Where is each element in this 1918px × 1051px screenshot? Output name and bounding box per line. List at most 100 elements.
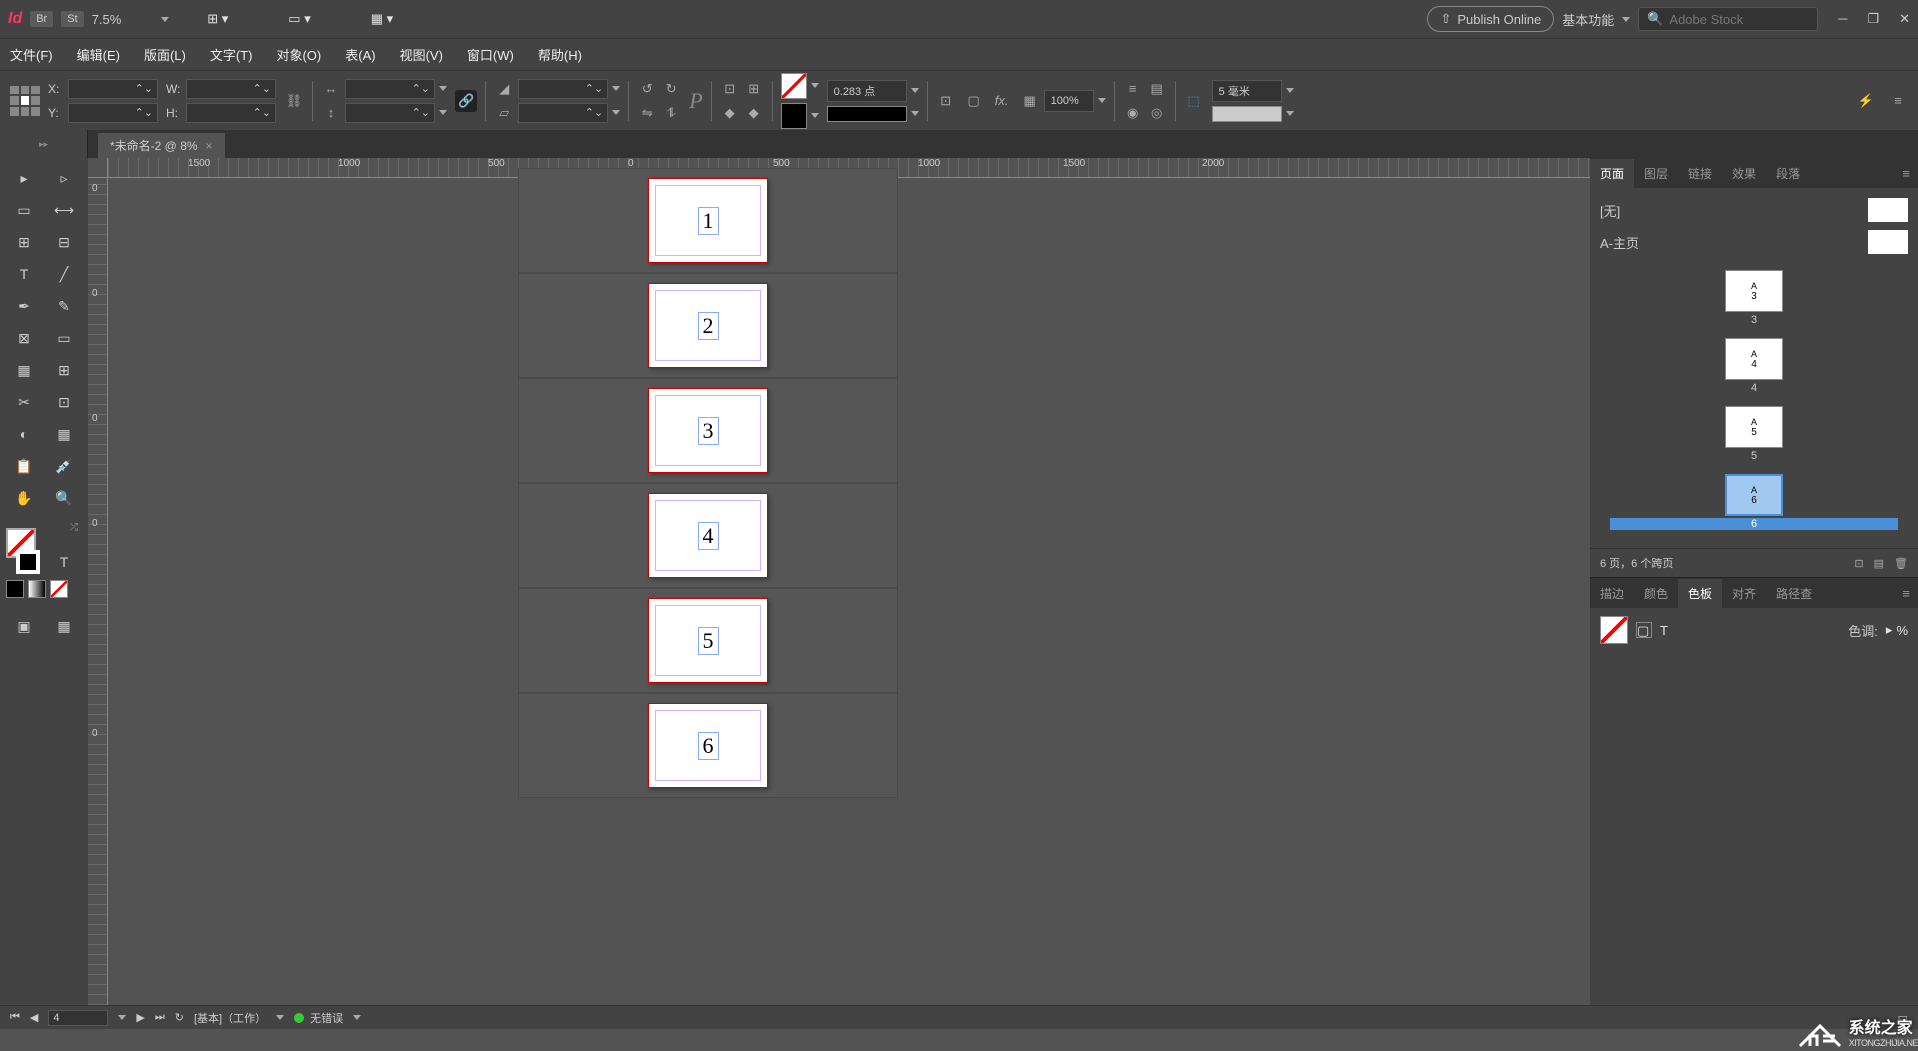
- gradient-feather-tool[interactable]: ▦: [46, 420, 82, 448]
- edit-page-size-icon[interactable]: ⊡: [1854, 557, 1863, 570]
- scissors-tool[interactable]: ✂: [6, 388, 42, 416]
- ruler-origin[interactable]: [88, 158, 108, 178]
- tab-links[interactable]: 链接: [1678, 159, 1722, 188]
- zoom-level-dropdown[interactable]: 7.5%: [92, 12, 170, 27]
- swap-colors-icon[interactable]: ⤮: [70, 522, 78, 533]
- flip-v-icon[interactable]: ⥮: [661, 103, 681, 123]
- page[interactable]: 2: [648, 283, 768, 368]
- scale-y-input[interactable]: ⌃⌄: [345, 103, 435, 123]
- text-wrap-4-icon[interactable]: ◎: [1147, 103, 1167, 123]
- new-page-icon[interactable]: ▤: [1874, 557, 1884, 570]
- line-tool[interactable]: ╱: [46, 260, 82, 288]
- panel-menu-icon[interactable]: ≡: [1888, 91, 1908, 111]
- bridge-button[interactable]: Br: [30, 11, 53, 27]
- fill-swatch[interactable]: [781, 73, 807, 99]
- close-button[interactable]: ✕: [1899, 11, 1910, 27]
- view-dropdown-3-icon[interactable]: ▦ ▾: [371, 11, 393, 27]
- pencil-tool[interactable]: ✎: [46, 292, 82, 320]
- menu-help[interactable]: 帮助(H): [538, 45, 582, 64]
- view-mode-normal[interactable]: ▣: [6, 612, 42, 640]
- y-input[interactable]: ⌃⌄: [68, 103, 158, 123]
- content-placer-tool[interactable]: ⊟: [46, 228, 82, 256]
- tint-slider-icon[interactable]: ▸: [1886, 622, 1893, 638]
- adobe-stock-search[interactable]: 🔍 Adobe Stock: [1638, 7, 1818, 31]
- hand-tool[interactable]: ✋: [6, 484, 42, 512]
- rectangle-frame-tool[interactable]: ⊠: [6, 324, 42, 352]
- delete-page-icon[interactable]: 🗑: [1894, 557, 1908, 570]
- spread[interactable]: 4: [518, 483, 898, 588]
- minimize-button[interactable]: ─: [1838, 11, 1847, 27]
- note-tool[interactable]: 📋: [6, 452, 42, 480]
- quick-apply-icon[interactable]: ⚡: [1856, 91, 1876, 111]
- scale-x-input[interactable]: ⌃⌄: [345, 79, 435, 99]
- view-dropdown-1-icon[interactable]: ⊞ ▾: [207, 11, 228, 27]
- select-container-icon[interactable]: ⊡: [720, 79, 740, 99]
- rotate-ccw-icon[interactable]: ↺: [637, 79, 657, 99]
- spread[interactable]: 1: [518, 168, 898, 273]
- page[interactable]: 6: [648, 703, 768, 788]
- pen-tool[interactable]: ✒: [6, 292, 42, 320]
- direct-selection-tool[interactable]: ▹: [46, 164, 82, 192]
- document-tab[interactable]: *未命名-2 @ 8% ×: [98, 133, 225, 158]
- page-thumb-item[interactable]: A66: [1610, 474, 1898, 530]
- master-a[interactable]: A-主页: [1600, 226, 1908, 258]
- preset-label[interactable]: [基本]（工作）: [194, 1010, 266, 1026]
- page[interactable]: 1: [648, 178, 768, 263]
- rotate-cw-icon[interactable]: ↻: [661, 79, 681, 99]
- document-canvas[interactable]: 1500 1000 500 0 500 1000 1500 2000 0 0 0…: [88, 158, 1590, 1005]
- tab-swatches[interactable]: 色板: [1678, 579, 1722, 608]
- zoom-tool[interactable]: 🔍: [46, 484, 82, 512]
- page[interactable]: 5: [648, 598, 768, 683]
- prev-page-button[interactable]: ◀: [30, 1011, 38, 1024]
- view-dropdown-2-icon[interactable]: ▭ ▾: [288, 11, 310, 27]
- tab-layers[interactable]: 图层: [1634, 159, 1678, 188]
- page-thumb-item[interactable]: A55: [1610, 406, 1898, 462]
- last-page-button[interactable]: ⏭: [155, 1011, 165, 1024]
- select-prev-icon[interactable]: ◆: [720, 103, 740, 123]
- tab-align[interactable]: 对齐: [1722, 579, 1766, 608]
- page-thumb-item[interactable]: A33: [1610, 270, 1898, 326]
- tab-stroke[interactable]: 描边: [1590, 579, 1634, 608]
- select-next-icon[interactable]: ◆: [744, 103, 764, 123]
- apply-gradient-icon[interactable]: [28, 580, 46, 598]
- text-wrap-none-icon[interactable]: ≡: [1123, 79, 1143, 99]
- select-content-icon[interactable]: ⊞: [744, 79, 764, 99]
- menu-type[interactable]: 文字(T): [210, 45, 253, 64]
- preflight-status[interactable]: 无错误: [294, 1010, 343, 1026]
- close-tab-icon[interactable]: ×: [206, 139, 213, 153]
- selection-tool[interactable]: ▸: [6, 164, 42, 192]
- grid-tool[interactable]: ⊞: [46, 356, 82, 384]
- gradient-swatch-tool[interactable]: ◐: [6, 420, 42, 448]
- corner-shape-dropdown[interactable]: [1212, 106, 1282, 122]
- apply-none-icon[interactable]: [50, 580, 68, 598]
- free-transform-tool[interactable]: ⊡: [46, 388, 82, 416]
- rotate-input[interactable]: ⌃⌄: [518, 79, 608, 99]
- menu-layout[interactable]: 版面(L): [144, 45, 186, 64]
- table-tool[interactable]: ▦: [6, 356, 42, 384]
- spread[interactable]: 2: [518, 273, 898, 378]
- menu-view[interactable]: 视图(V): [400, 45, 443, 64]
- panel-menu-icon[interactable]: ≡: [1894, 166, 1918, 181]
- left-dock-header[interactable]: ▸▸: [0, 130, 88, 158]
- content-collector-tool[interactable]: ⊞: [6, 228, 42, 256]
- spread[interactable]: 6: [518, 693, 898, 798]
- menu-edit[interactable]: 编辑(E): [77, 45, 120, 64]
- stroke-color-swatch[interactable]: [16, 550, 40, 574]
- page[interactable]: 4: [648, 493, 768, 578]
- fit-frame-icon[interactable]: ▢: [964, 91, 984, 111]
- opacity-input[interactable]: 100%: [1044, 90, 1094, 112]
- type-tool[interactable]: T: [6, 260, 42, 288]
- constrain-proportions-icon[interactable]: ⛓: [284, 91, 304, 111]
- master-none[interactable]: [无]: [1600, 194, 1908, 226]
- flip-h-icon[interactable]: ⇋: [637, 103, 657, 123]
- publish-online-button[interactable]: ⇧ Publish Online: [1427, 6, 1554, 32]
- gap-tool[interactable]: ⟷: [46, 196, 82, 224]
- spread[interactable]: 3: [518, 378, 898, 483]
- tab-effects[interactable]: 效果: [1722, 159, 1766, 188]
- h-input[interactable]: ⌃⌄: [186, 103, 276, 123]
- corner-options-icon[interactable]: ⬚: [1184, 91, 1204, 111]
- panel-menu-icon[interactable]: ≡: [1894, 586, 1918, 601]
- restore-button[interactable]: ❐: [1867, 11, 1879, 27]
- workspace-selector[interactable]: 基本功能: [1562, 10, 1630, 29]
- rectangle-tool[interactable]: ▭: [46, 324, 82, 352]
